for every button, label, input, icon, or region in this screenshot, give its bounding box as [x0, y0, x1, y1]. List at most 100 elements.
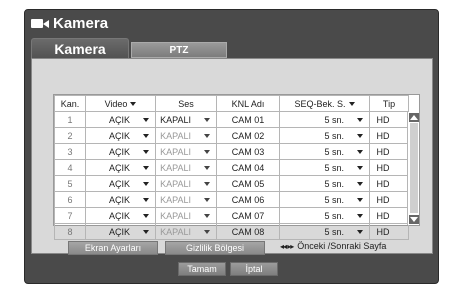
dropdown-caret-icon	[143, 133, 149, 138]
table-row[interactable]: 4 AÇIK KAPALI CAM 04 5 sn. HD	[54, 159, 409, 176]
table-header-row: Kan. Video Ses KNL Adı SEQ-Bek. S. Tip	[54, 95, 409, 112]
audio-dropdown[interactable]: KAPALI	[155, 191, 217, 208]
seq-dwell-dropdown[interactable]: 5 sn.	[279, 143, 370, 160]
channel-number: 7	[54, 207, 86, 224]
video-value: AÇIK	[108, 226, 130, 237]
channel-name-field[interactable]: CAM 08	[216, 223, 280, 240]
scroll-up-icon[interactable]	[409, 113, 419, 122]
seq-value: 5 sn.	[324, 162, 344, 173]
video-dropdown[interactable]: AÇIK	[85, 207, 156, 224]
channel-name-field[interactable]: CAM 06	[216, 191, 280, 208]
cancel-button[interactable]: İptal	[230, 262, 278, 276]
seq-dwell-dropdown[interactable]: 5 sn.	[279, 191, 370, 208]
video-value: AÇIK	[108, 178, 130, 189]
audio-dropdown[interactable]: KAPALI	[155, 143, 217, 160]
sort-caret-icon	[130, 101, 137, 106]
table-row[interactable]: 3 AÇIK KAPALI CAM 03 5 sn. HD	[54, 143, 409, 160]
seq-dwell-dropdown[interactable]: 5 sn.	[279, 207, 370, 224]
audio-value: KAPALI	[160, 114, 191, 125]
channel-name-field[interactable]: CAM 05	[216, 175, 280, 192]
channel-name-field[interactable]: CAM 04	[216, 159, 280, 176]
header-seq-dwell[interactable]: SEQ-Bek. S.	[279, 95, 370, 112]
table-row[interactable]: 5 AÇIK KAPALI CAM 05 5 sn. HD	[54, 175, 409, 192]
video-value: AÇIK	[108, 162, 130, 173]
dropdown-caret-icon	[204, 197, 210, 202]
video-dropdown[interactable]: AÇIK	[85, 127, 156, 144]
dropdown-caret-icon	[204, 181, 210, 186]
audio-dropdown[interactable]: KAPALI	[155, 111, 217, 128]
channel-name-field[interactable]: CAM 01	[216, 111, 280, 128]
table-row[interactable]: 8 AÇIK KAPALI CAM 08 5 sn. HD	[54, 223, 409, 240]
video-dropdown[interactable]: AÇIK	[85, 191, 156, 208]
header-audio: Ses	[155, 95, 217, 112]
channel-name-field[interactable]: CAM 07	[216, 207, 280, 224]
seq-value: 5 sn.	[324, 114, 344, 125]
video-dropdown[interactable]: AÇIK	[85, 223, 156, 240]
video-value: AÇIK	[108, 194, 130, 205]
camera-table-container: Kan. Video Ses KNL Adı SEQ-Bek. S. Tip 1…	[53, 94, 420, 240]
prev-next-arrows-icon[interactable]: ◂◂ ▸▸	[280, 242, 294, 251]
audio-dropdown[interactable]: KAPALI	[155, 223, 217, 240]
dropdown-caret-icon	[143, 181, 149, 186]
audio-value: KAPALI	[160, 226, 191, 237]
scroll-thumb[interactable]	[410, 123, 418, 213]
dropdown-caret-icon	[357, 213, 363, 218]
audio-dropdown[interactable]: KAPALI	[155, 159, 217, 176]
camera-window: Kamera Kamera PTZ Kan. Video Ses KNL Adı…	[24, 9, 439, 284]
dropdown-caret-icon	[143, 165, 149, 170]
dropdown-caret-icon	[357, 197, 363, 202]
scroll-down-icon[interactable]	[409, 215, 419, 224]
dropdown-caret-icon	[357, 165, 363, 170]
table-row[interactable]: 7 AÇIK KAPALI CAM 07 5 sn. HD	[54, 207, 409, 224]
seq-dwell-dropdown[interactable]: 5 sn.	[279, 111, 370, 128]
type-value: HD	[369, 159, 409, 176]
header-type: Tip	[369, 95, 409, 112]
channel-number: 1	[54, 111, 86, 128]
table-row[interactable]: 1 AÇIK KAPALI CAM 01 5 sn. HD	[54, 111, 409, 128]
dropdown-caret-icon	[357, 133, 363, 138]
audio-value: KAPALI	[160, 210, 191, 221]
dropdown-caret-icon	[204, 229, 210, 234]
dropdown-caret-icon	[204, 117, 210, 122]
seq-dwell-dropdown[interactable]: 5 sn.	[279, 175, 370, 192]
dropdown-caret-icon	[357, 149, 363, 154]
dropdown-caret-icon	[357, 229, 363, 234]
header-seq-label: SEQ-Bek. S.	[294, 98, 346, 109]
seq-dwell-dropdown[interactable]: 5 sn.	[279, 127, 370, 144]
screen-settings-button[interactable]: Ekran Ayarları	[68, 241, 158, 255]
audio-dropdown[interactable]: KAPALI	[155, 175, 217, 192]
dropdown-caret-icon	[143, 117, 149, 122]
audio-value: KAPALI	[160, 146, 191, 157]
tab-kamera[interactable]: Kamera	[31, 38, 129, 58]
window-title: Kamera	[53, 14, 109, 32]
table-row[interactable]: 2 AÇIK KAPALI CAM 02 5 sn. HD	[54, 127, 409, 144]
seq-dwell-dropdown[interactable]: 5 sn.	[279, 223, 370, 240]
table-row[interactable]: 6 AÇIK KAPALI CAM 06 5 sn. HD	[54, 191, 409, 208]
audio-value: KAPALI	[160, 178, 191, 189]
tab-ptz[interactable]: PTZ	[131, 42, 227, 58]
header-video[interactable]: Video	[85, 95, 156, 112]
page-navigation[interactable]: ◂◂ ▸▸ Önceki /Sonraki Sayfa	[280, 241, 386, 251]
video-value: AÇIK	[108, 130, 130, 141]
dropdown-caret-icon	[204, 133, 210, 138]
video-dropdown[interactable]: AÇIK	[85, 111, 156, 128]
video-dropdown[interactable]: AÇIK	[85, 143, 156, 160]
seq-value: 5 sn.	[324, 210, 344, 221]
video-dropdown[interactable]: AÇIK	[85, 159, 156, 176]
channel-name-field[interactable]: CAM 03	[216, 143, 280, 160]
table-scrollbar[interactable]	[407, 112, 419, 225]
video-dropdown[interactable]: AÇIK	[85, 175, 156, 192]
audio-dropdown[interactable]: KAPALI	[155, 127, 217, 144]
seq-dwell-dropdown[interactable]: 5 sn.	[279, 159, 370, 176]
dropdown-caret-icon	[143, 197, 149, 202]
channel-name-field[interactable]: CAM 02	[216, 127, 280, 144]
audio-dropdown[interactable]: KAPALI	[155, 207, 217, 224]
ok-button[interactable]: Tamam	[178, 262, 226, 276]
privacy-zone-button[interactable]: Gizlilik Bölgesi	[165, 241, 265, 255]
dropdown-caret-icon	[143, 149, 149, 154]
channel-number: 5	[54, 175, 86, 192]
dropdown-caret-icon	[143, 229, 149, 234]
channel-number: 8	[54, 223, 86, 240]
type-value: HD	[369, 143, 409, 160]
header-channel: Kan.	[54, 95, 86, 112]
